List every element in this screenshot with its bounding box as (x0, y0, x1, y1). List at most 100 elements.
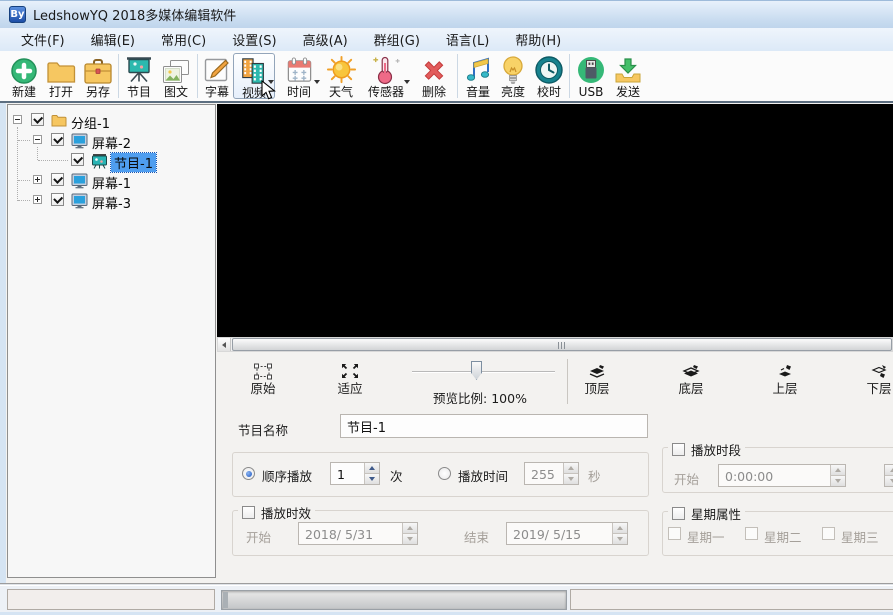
wednesday-label: 星期三 (841, 527, 879, 546)
top-layer-button[interactable]: 顶层 (572, 361, 622, 396)
menu-common[interactable]: 常用(C) (148, 27, 219, 52)
spin-up-button[interactable] (403, 523, 417, 533)
collapse-expander-icon[interactable] (13, 115, 22, 124)
sequence-play-label[interactable]: 顺序播放 (262, 466, 312, 485)
subtitle-button[interactable]: 字幕 (199, 53, 235, 99)
open-button[interactable]: 打开 (43, 53, 79, 99)
original-size-button[interactable]: 原始 (238, 361, 288, 396)
fit-button[interactable]: 适应 (325, 361, 375, 396)
tree-item-label-selected[interactable]: 节目-1 (111, 153, 156, 172)
send-button[interactable]: 发送 (610, 53, 646, 99)
tree-row-screen[interactable]: 屏幕-2 (8, 132, 213, 150)
menu-edit[interactable]: 编辑(E) (78, 27, 148, 52)
duration-spinner[interactable]: 255 (524, 462, 579, 485)
tree-row-program[interactable]: 节目-1 (8, 152, 213, 170)
time-dropdown-icon[interactable] (314, 80, 320, 84)
menu-help[interactable]: 帮助(H) (502, 27, 574, 52)
validity-start-date-value: 2018/ 5/31 (299, 523, 402, 544)
play-period-legend: 播放时段 (668, 440, 745, 459)
period-start-time-value: 0:00:00 (719, 465, 830, 486)
menu-group[interactable]: 群组(G) (361, 27, 433, 52)
spin-down-button[interactable] (613, 533, 627, 544)
validity-start-label: 开始 (246, 527, 271, 546)
upper-layer-button[interactable]: 上层 (760, 361, 810, 396)
spin-up-button[interactable] (831, 465, 845, 475)
spin-up-button[interactable] (564, 463, 578, 473)
expand-expander-icon[interactable] (33, 175, 42, 184)
spin-up-button[interactable] (365, 463, 379, 473)
time-button[interactable]: 时间 (279, 53, 319, 99)
tree-item-label[interactable]: 屏幕-1 (92, 173, 131, 192)
duration-play-radio[interactable] (438, 467, 451, 480)
play-period-checkbox[interactable] (672, 443, 685, 456)
volume-button[interactable]: 音量 (460, 53, 496, 99)
tree-item-label[interactable]: 分组-1 (71, 113, 110, 132)
tree-row-screen[interactable]: 屏幕-3 (8, 192, 213, 210)
wednesday-checkbox[interactable] (822, 527, 835, 540)
expand-expander-icon[interactable] (33, 195, 42, 204)
program-button[interactable]: 节目 (121, 53, 157, 99)
menu-file[interactable]: 文件(F) (8, 27, 78, 52)
zoom-slider-track[interactable] (412, 371, 555, 373)
bottom-layer-button[interactable]: 底层 (666, 361, 716, 396)
tree-checkbox[interactable] (51, 193, 64, 206)
spin-down-button[interactable] (831, 475, 845, 486)
expand-arrows-icon (325, 361, 375, 381)
tree-item-label[interactable]: 屏幕-2 (92, 133, 131, 152)
spin-down-button[interactable] (403, 533, 417, 544)
briefcase-icon (80, 53, 116, 85)
play-validity-checkbox[interactable] (242, 506, 255, 519)
sequence-count-spinner[interactable]: 1 (330, 462, 380, 485)
period-end-time-spinner[interactable] (884, 464, 893, 487)
spin-down-button[interactable] (885, 475, 893, 486)
delete-button[interactable]: 删除 (414, 53, 454, 99)
tree-item-label[interactable]: 屏幕-3 (92, 193, 131, 212)
preview-horizontal-scrollbar[interactable] (217, 337, 893, 352)
new-button[interactable]: 新建 (6, 53, 42, 99)
up-arrow-icon (407, 526, 413, 530)
program-node-icon (91, 153, 108, 173)
tree-row-group[interactable]: 分组-1 (8, 112, 213, 130)
menu-advanced[interactable]: 高级(A) (290, 27, 361, 52)
usb-button[interactable]: USB (573, 53, 609, 99)
monitor-icon (71, 173, 88, 193)
tree-checkbox[interactable] (51, 133, 64, 146)
sensor-button[interactable]: 传感器 (361, 53, 411, 99)
image-text-button[interactable]: 图文 (158, 53, 194, 99)
collapse-expander-icon[interactable] (33, 135, 42, 144)
scrollbar-thumb[interactable] (232, 338, 892, 351)
spin-up-button[interactable] (613, 523, 627, 533)
menu-settings[interactable]: 设置(S) (219, 27, 289, 52)
duration-play-label[interactable]: 播放时间 (458, 466, 508, 485)
scroll-left-button[interactable] (218, 338, 231, 351)
time-sync-button[interactable]: 校时 (531, 53, 567, 99)
validity-end-date-spinner[interactable]: 2019/ 5/15 (506, 522, 628, 545)
lower-layer-button[interactable]: 下层 (854, 361, 893, 396)
tree-checkbox[interactable] (31, 113, 44, 126)
monday-checkbox[interactable] (668, 527, 681, 540)
play-validity-label[interactable]: 播放时效 (261, 503, 311, 522)
program-name-input[interactable] (340, 414, 648, 438)
tree-checkbox[interactable] (51, 173, 64, 186)
tuesday-checkbox[interactable] (745, 527, 758, 540)
play-period-label[interactable]: 播放时段 (691, 440, 741, 459)
validity-start-date-spinner[interactable]: 2018/ 5/31 (298, 522, 418, 545)
save-as-button[interactable]: 另存 (80, 53, 116, 99)
spinner-buttons (830, 465, 845, 486)
menu-language[interactable]: 语言(L) (433, 27, 502, 52)
brightness-button[interactable]: 亮度 (495, 53, 531, 99)
pictures-icon (158, 53, 194, 85)
period-start-time-spinner[interactable]: 0:00:00 (718, 464, 846, 487)
tree-checkbox[interactable] (71, 153, 84, 166)
tuesday-label: 星期二 (764, 527, 802, 546)
spin-down-button[interactable] (564, 473, 578, 484)
spin-up-button[interactable] (885, 465, 893, 475)
weather-button[interactable]: 天气 (322, 53, 360, 99)
menu-bar: 文件(F) 编辑(E) 常用(C) 设置(S) 高级(A) 群组(G) 语言(L… (0, 28, 893, 51)
sequence-play-radio[interactable] (242, 467, 255, 480)
week-property-label[interactable]: 星期属性 (691, 504, 741, 523)
week-property-checkbox[interactable] (672, 507, 685, 520)
sensor-dropdown-icon[interactable] (404, 80, 410, 84)
tree-row-screen[interactable]: 屏幕-1 (8, 172, 213, 190)
spin-down-button[interactable] (365, 473, 379, 484)
